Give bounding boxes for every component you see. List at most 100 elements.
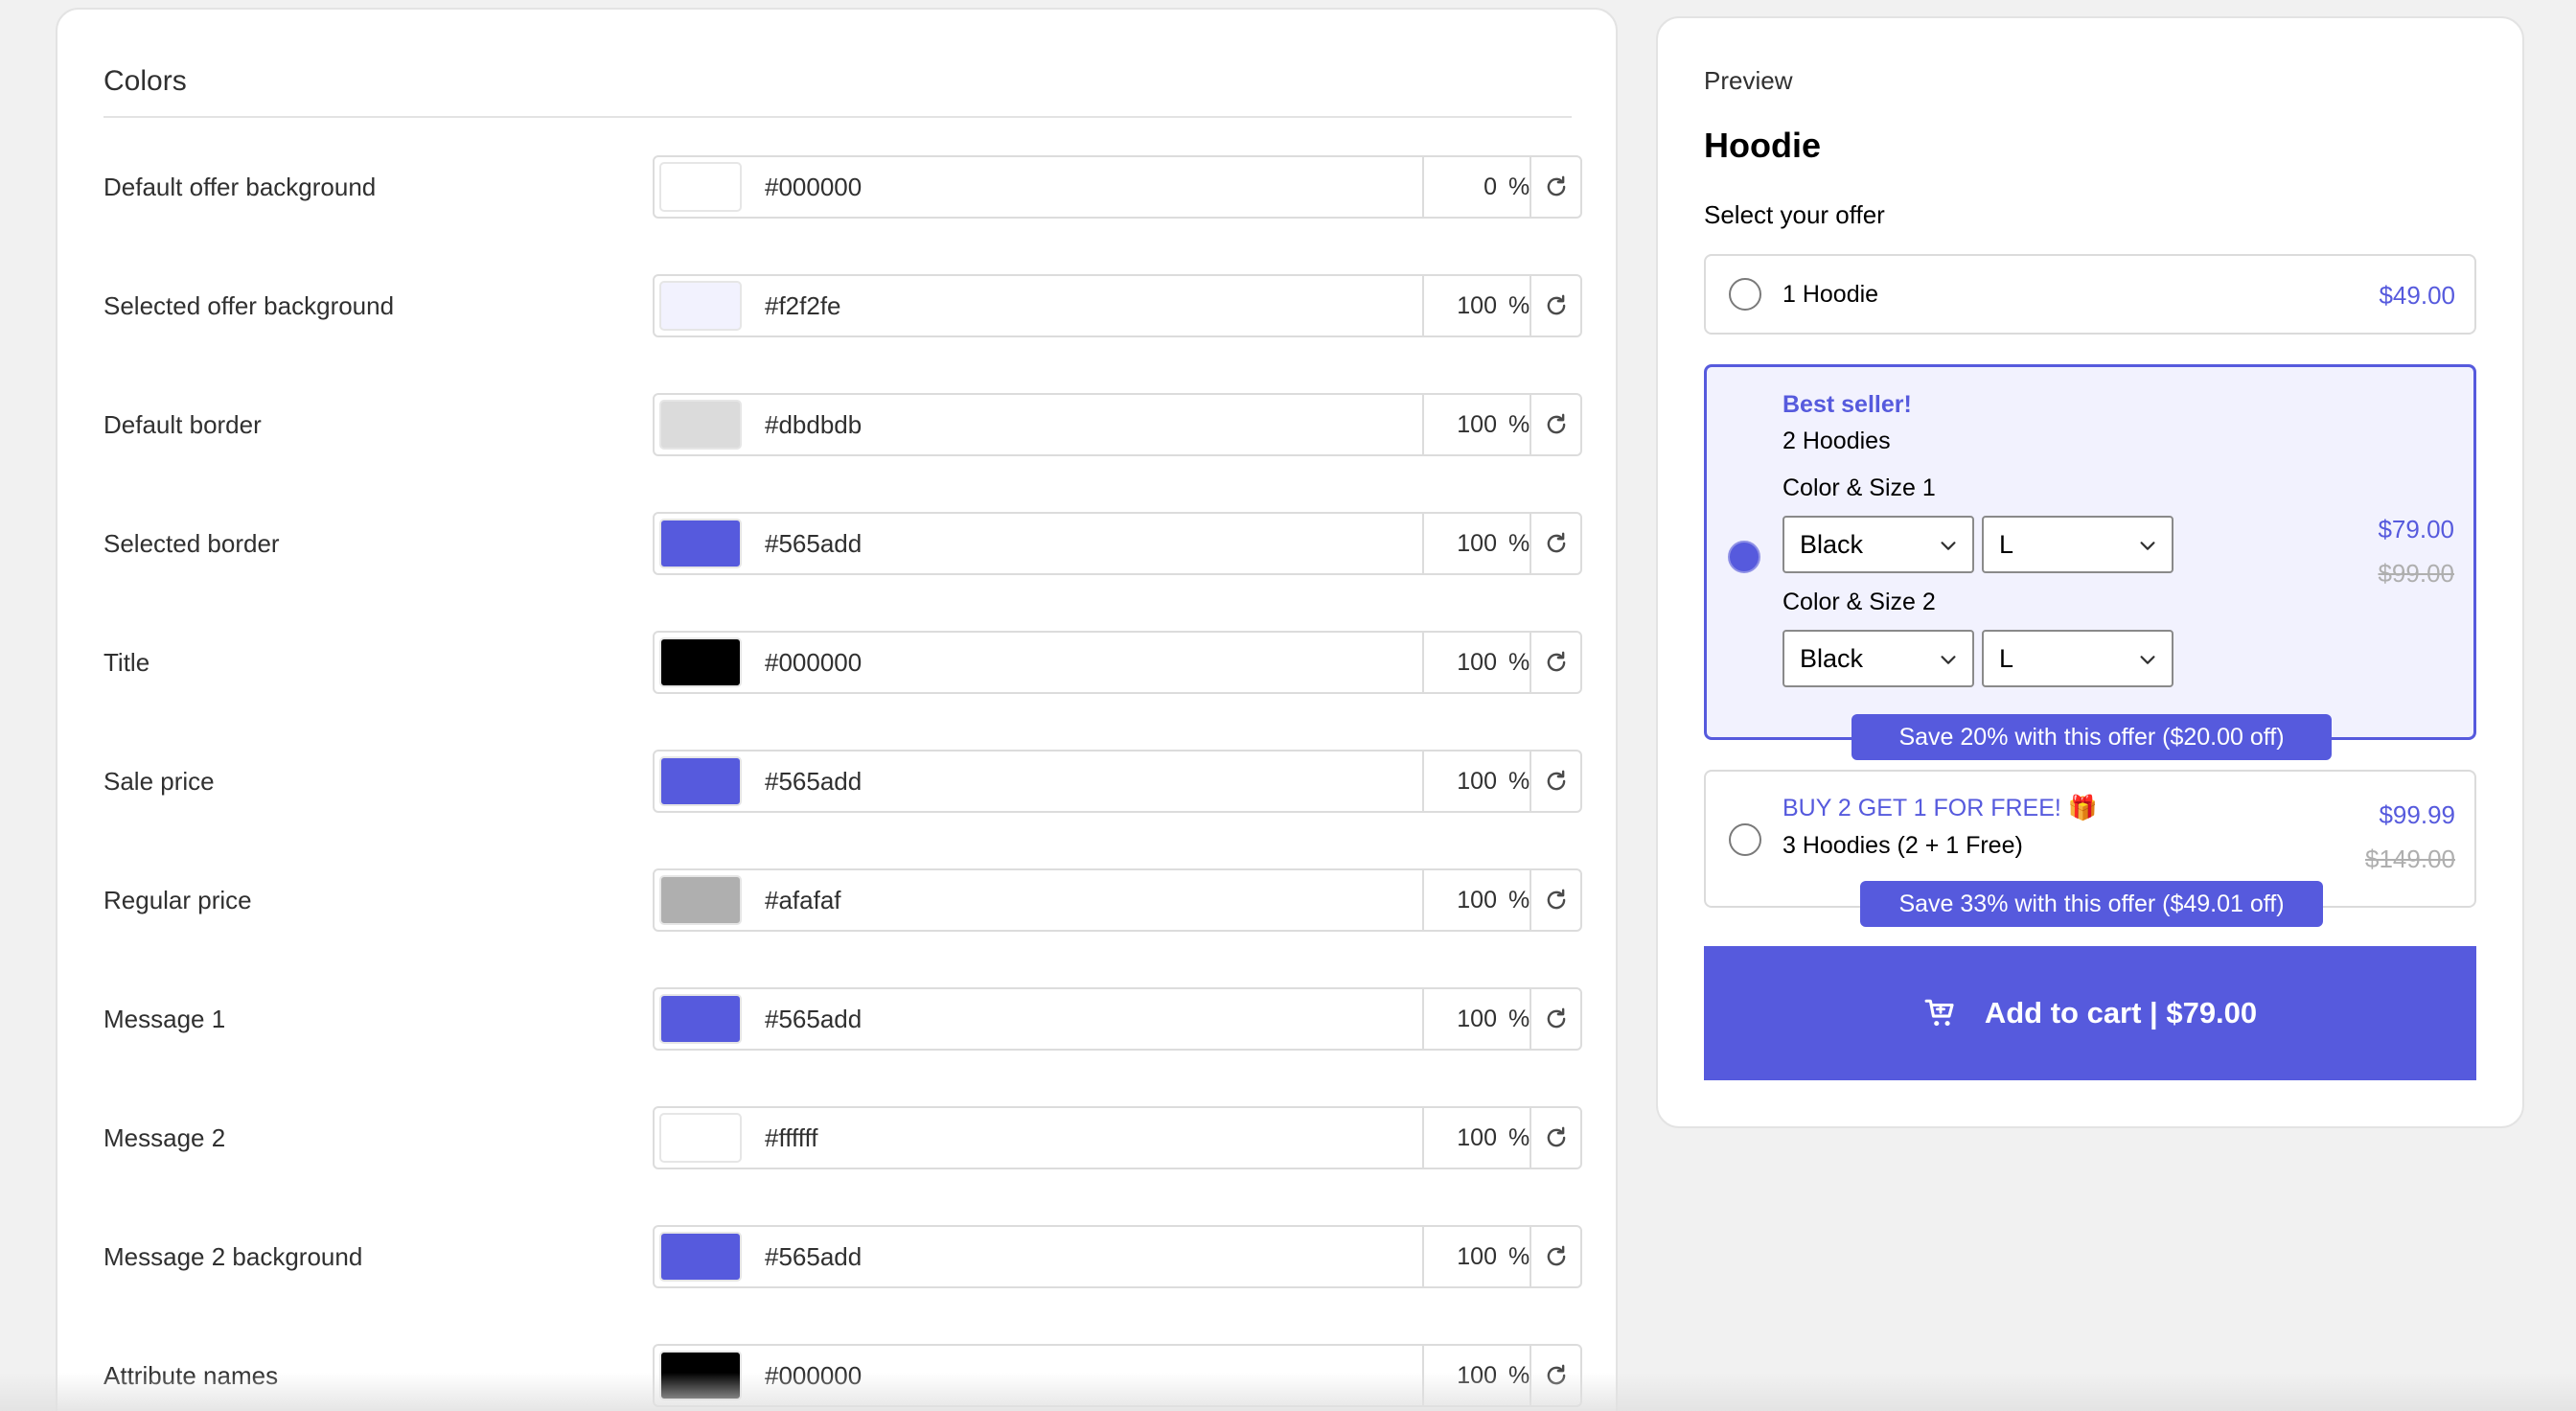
opacity-input[interactable]: 100: [1424, 395, 1497, 454]
size-select-1[interactable]: L: [1982, 516, 2174, 573]
color-setting-label: Message 2: [104, 1123, 226, 1152]
savings-badge: Save 33% with this offer ($49.01 off): [1860, 881, 2323, 927]
opacity-input[interactable]: 100: [1424, 514, 1497, 573]
color-swatch-button[interactable]: [659, 756, 742, 806]
opacity-input[interactable]: 100: [1424, 633, 1497, 692]
regular-price: $149.00: [2365, 844, 2455, 873]
color-picker-field: #000000 0 %: [653, 155, 1582, 219]
refresh-icon: [1547, 770, 1565, 791]
hex-input[interactable]: #000000: [765, 1346, 862, 1405]
color-setting-row: Regular price #afafaf 100 %: [58, 868, 1620, 932]
colors-section-title: Colors: [104, 65, 187, 97]
hex-input[interactable]: #f2f2fe: [765, 276, 841, 335]
opacity-input[interactable]: 100: [1424, 1346, 1497, 1405]
size-select-value: L: [1999, 644, 2014, 673]
hex-input[interactable]: #565add: [765, 989, 862, 1049]
color-setting-label: Selected offer background: [104, 291, 395, 320]
color-swatch-button[interactable]: [659, 637, 742, 687]
color-swatch-button[interactable]: [659, 281, 742, 331]
refresh-icon: [1547, 1364, 1565, 1385]
color-picker-field: #ffffff 100 %: [653, 1106, 1582, 1169]
color-picker-field: #565add 100 %: [653, 512, 1582, 575]
offer-radio[interactable]: [1729, 823, 1761, 856]
cart-icon: [1924, 999, 1954, 1027]
color-swatch-button[interactable]: [659, 1113, 742, 1163]
color-picker-field: #565add 100 %: [653, 1225, 1582, 1288]
color-swatch-button[interactable]: [659, 162, 742, 212]
chevron-down-icon: [2140, 656, 2155, 664]
color-select-2[interactable]: Black: [1782, 630, 1974, 687]
hex-input[interactable]: #565add: [765, 752, 862, 811]
reset-color-button[interactable]: [1531, 633, 1580, 692]
reset-color-button[interactable]: [1531, 157, 1580, 217]
color-swatch-button[interactable]: [659, 400, 742, 450]
percent-sign: %: [1508, 768, 1530, 795]
refresh-icon: [1547, 1007, 1565, 1029]
color-swatch-button[interactable]: [659, 519, 742, 568]
colors-panel: Colors Default offer background #000000 …: [56, 8, 1618, 1411]
color-picker-field: #000000 100 %: [653, 631, 1582, 694]
hex-input[interactable]: #565add: [765, 514, 862, 573]
color-setting-label: Regular price: [104, 886, 252, 914]
hex-input[interactable]: #565add: [765, 1227, 862, 1286]
color-setting-row: Sale price #565add 100 %: [58, 750, 1620, 813]
color-setting-row: Message 1 #565add 100 %: [58, 987, 1620, 1051]
variant-label-1: Color & Size 1: [1782, 474, 1936, 501]
color-setting-label: Title: [104, 648, 150, 677]
offer-option-1[interactable]: 1 Hoodie $49.00: [1704, 254, 2476, 335]
reset-color-button[interactable]: [1531, 1108, 1580, 1168]
color-setting-label: Attribute names: [104, 1361, 279, 1390]
percent-sign: %: [1508, 887, 1530, 914]
opacity-input[interactable]: 100: [1424, 1108, 1497, 1168]
opacity-input[interactable]: 100: [1424, 989, 1497, 1049]
reset-color-button[interactable]: [1531, 1346, 1580, 1405]
opacity-input[interactable]: 0: [1424, 157, 1497, 217]
percent-sign: %: [1508, 292, 1530, 319]
reset-color-button[interactable]: [1531, 989, 1580, 1049]
color-swatch-button[interactable]: [659, 1351, 742, 1400]
refresh-icon: [1547, 1245, 1565, 1266]
percent-sign: %: [1508, 411, 1530, 438]
reset-color-button[interactable]: [1531, 276, 1580, 335]
offer-option-2[interactable]: Best seller! 2 Hoodies $79.00 $99.00 Col…: [1704, 364, 2476, 740]
percent-sign: %: [1508, 1362, 1530, 1389]
hex-input[interactable]: #dbdbdb: [765, 395, 862, 454]
color-setting-row: Default border #dbdbdb 100 %: [58, 393, 1620, 456]
refresh-icon: [1547, 889, 1565, 910]
regular-price: $99.00: [2378, 559, 2454, 588]
color-swatch-button[interactable]: [659, 875, 742, 925]
hex-input[interactable]: #afafaf: [765, 870, 841, 930]
color-select-1[interactable]: Black: [1782, 516, 1974, 573]
refresh-icon: [1547, 175, 1565, 197]
refresh-icon: [1547, 651, 1565, 672]
opacity-input[interactable]: 100: [1424, 870, 1497, 930]
offer-radio-selected[interactable]: [1728, 541, 1760, 573]
add-to-cart-button[interactable]: Add to cart | $79.00: [1704, 946, 2476, 1080]
percent-sign: %: [1508, 649, 1530, 676]
offer-radio[interactable]: [1729, 278, 1761, 311]
savings-badge: Save 20% with this offer ($20.00 off): [1852, 714, 2332, 760]
size-select-2[interactable]: L: [1982, 630, 2174, 687]
hex-input[interactable]: #000000: [765, 157, 862, 217]
opacity-input[interactable]: 100: [1424, 752, 1497, 811]
reset-color-button[interactable]: [1531, 395, 1580, 454]
opacity-input[interactable]: 100: [1424, 1227, 1497, 1286]
percent-sign: %: [1508, 173, 1530, 200]
percent-sign: %: [1508, 530, 1530, 557]
color-swatch-button[interactable]: [659, 1232, 742, 1282]
reset-color-button[interactable]: [1531, 1227, 1580, 1286]
sale-price: $49.00: [2379, 281, 2455, 310]
reset-color-button[interactable]: [1531, 870, 1580, 930]
color-setting-label: Sale price: [104, 767, 215, 796]
hex-input[interactable]: #000000: [765, 633, 862, 692]
hex-input[interactable]: #ffffff: [765, 1108, 817, 1168]
sale-price: $79.00: [2378, 515, 2454, 544]
percent-sign: %: [1508, 1124, 1530, 1151]
reset-color-button[interactable]: [1531, 752, 1580, 811]
offer-name: 3 Hoodies (2 + 1 Free): [1782, 832, 2023, 859]
reset-color-button[interactable]: [1531, 514, 1580, 573]
opacity-input[interactable]: 100: [1424, 276, 1497, 335]
color-setting-row: Default offer background #000000 0 %: [58, 155, 1620, 219]
color-swatch-button[interactable]: [659, 994, 742, 1044]
sale-price: $99.99: [2379, 800, 2455, 829]
